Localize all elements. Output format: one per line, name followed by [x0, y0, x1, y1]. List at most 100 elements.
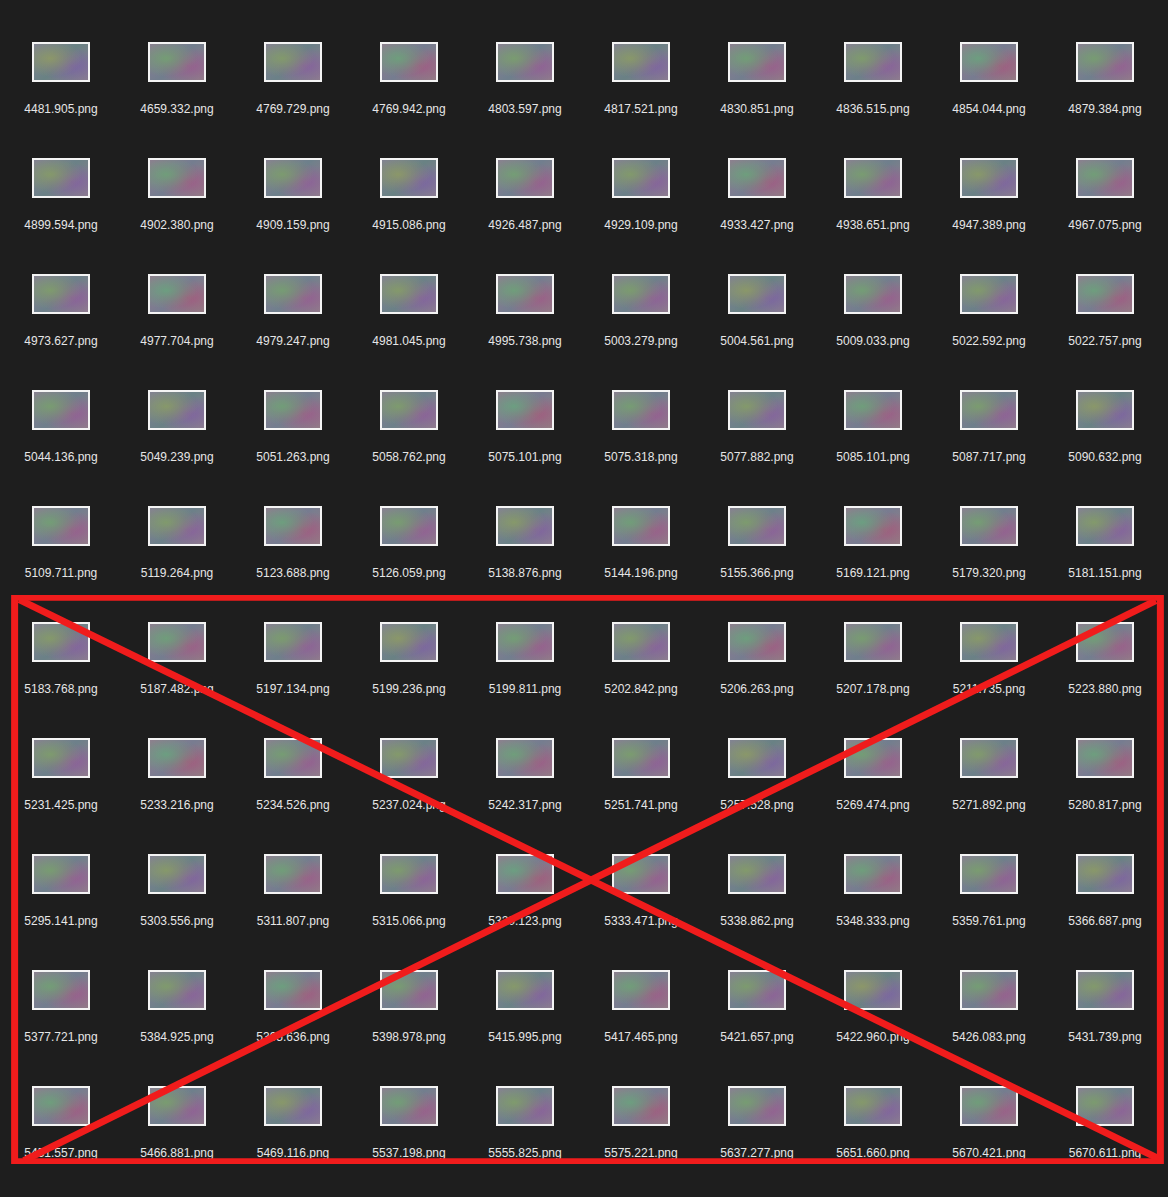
image-thumbnail-icon[interactable] [728, 506, 786, 546]
image-thumbnail-icon[interactable] [612, 1086, 670, 1126]
image-thumbnail-icon[interactable] [380, 854, 438, 894]
file-name[interactable]: 5123.688.png [256, 566, 329, 580]
file-name[interactable]: 4977.704.png [140, 334, 213, 348]
file-name[interactable]: 5009.033.png [836, 334, 909, 348]
image-thumbnail-icon[interactable] [496, 738, 554, 778]
file-name[interactable]: 5155.366.png [720, 566, 793, 580]
file-name[interactable]: 4769.729.png [256, 102, 329, 116]
file-name[interactable]: 5269.474.png [836, 798, 909, 812]
file-name[interactable]: 4973.627.png [24, 334, 97, 348]
file-name[interactable]: 5022.757.png [1068, 334, 1141, 348]
file-item[interactable]: 5384.925.png [119, 928, 235, 1044]
file-name[interactable]: 5075.101.png [488, 450, 561, 464]
image-thumbnail-icon[interactable] [728, 390, 786, 430]
file-name[interactable]: 5051.263.png [256, 450, 329, 464]
file-item[interactable]: 5348.333.png [815, 812, 931, 928]
file-name[interactable]: 5271.892.png [952, 798, 1025, 812]
file-item[interactable]: 5637.277.png [699, 1044, 815, 1160]
image-thumbnail-icon[interactable] [496, 506, 554, 546]
file-item[interactable]: 5451.557.png [3, 1044, 119, 1160]
file-name[interactable]: 5207.178.png [836, 682, 909, 696]
file-item[interactable]: 5320.123.png [467, 812, 583, 928]
file-item[interactable]: 5555.825.png [467, 1044, 583, 1160]
file-item[interactable]: 5119.264.png [119, 464, 235, 580]
image-thumbnail-icon[interactable] [960, 738, 1018, 778]
file-name[interactable]: 5431.739.png [1068, 1030, 1141, 1044]
file-name[interactable]: 4854.044.png [952, 102, 1025, 116]
file-item[interactable]: 5333.471.png [583, 812, 699, 928]
file-name[interactable]: 5338.862.png [720, 914, 793, 928]
file-item[interactable]: 5138.876.png [467, 464, 583, 580]
image-thumbnail-icon[interactable] [728, 42, 786, 82]
file-name[interactable]: 5181.151.png [1068, 566, 1141, 580]
file-name[interactable]: 4659.332.png [140, 102, 213, 116]
image-thumbnail-icon[interactable] [496, 854, 554, 894]
file-name[interactable]: 5242.317.png [488, 798, 561, 812]
image-thumbnail-icon[interactable] [32, 390, 90, 430]
image-thumbnail-icon[interactable] [148, 274, 206, 314]
image-thumbnail-icon[interactable] [380, 622, 438, 662]
file-item[interactable]: 5431.739.png [1047, 928, 1163, 1044]
image-thumbnail-icon[interactable] [960, 1086, 1018, 1126]
image-thumbnail-icon[interactable] [32, 274, 90, 314]
file-name[interactable]: 5333.471.png [604, 914, 677, 928]
file-name[interactable]: 5169.121.png [836, 566, 909, 580]
image-thumbnail-icon[interactable] [1076, 506, 1134, 546]
image-thumbnail-icon[interactable] [612, 158, 670, 198]
image-thumbnail-icon[interactable] [844, 970, 902, 1010]
image-thumbnail-icon[interactable] [32, 158, 90, 198]
file-name[interactable]: 4481.905.png [24, 102, 97, 116]
file-item[interactable]: 5087.717.png [931, 348, 1047, 464]
image-thumbnail-icon[interactable] [264, 1086, 322, 1126]
file-item[interactable]: 4769.942.png [351, 0, 467, 116]
file-name[interactable]: 5049.239.png [140, 450, 213, 464]
image-thumbnail-icon[interactable] [148, 738, 206, 778]
file-name[interactable]: 4902.380.png [140, 218, 213, 232]
image-thumbnail-icon[interactable] [32, 970, 90, 1010]
image-thumbnail-icon[interactable] [612, 970, 670, 1010]
file-item[interactable]: 5144.196.png [583, 464, 699, 580]
image-thumbnail-icon[interactable] [844, 158, 902, 198]
image-thumbnail-icon[interactable] [148, 42, 206, 82]
file-name[interactable]: 5223.880.png [1068, 682, 1141, 696]
file-name[interactable]: 5575.221.png [604, 1146, 677, 1160]
image-thumbnail-icon[interactable] [844, 390, 902, 430]
file-item[interactable]: 5234.526.png [235, 696, 351, 812]
image-thumbnail-icon[interactable] [264, 970, 322, 1010]
image-thumbnail-icon[interactable] [148, 506, 206, 546]
file-item[interactable]: 4902.380.png [119, 116, 235, 232]
file-name[interactable]: 5466.881.png [140, 1146, 213, 1160]
image-thumbnail-icon[interactable] [844, 622, 902, 662]
file-name[interactable]: 5126.059.png [372, 566, 445, 580]
file-name[interactable]: 5199.811.png [489, 682, 562, 696]
image-thumbnail-icon[interactable] [148, 390, 206, 430]
image-thumbnail-icon[interactable] [612, 506, 670, 546]
file-name[interactable]: 5426.083.png [952, 1030, 1025, 1044]
file-item[interactable]: 4659.332.png [119, 0, 235, 116]
file-item[interactable]: 4977.704.png [119, 232, 235, 348]
image-thumbnail-icon[interactable] [728, 1086, 786, 1126]
file-name[interactable]: 5077.882.png [720, 450, 793, 464]
file-name[interactable]: 4830.851.png [720, 102, 793, 116]
file-item[interactable]: 4981.045.png [351, 232, 467, 348]
file-item[interactable]: 5377.721.png [3, 928, 119, 1044]
file-item[interactable]: 5415.995.png [467, 928, 583, 1044]
file-name[interactable]: 4947.389.png [952, 218, 1025, 232]
file-name[interactable]: 5251.741.png [604, 798, 677, 812]
image-thumbnail-icon[interactable] [264, 854, 322, 894]
file-name[interactable]: 5090.632.png [1068, 450, 1141, 464]
file-name[interactable]: 5384.925.png [140, 1030, 213, 1044]
image-thumbnail-icon[interactable] [148, 1086, 206, 1126]
file-item[interactable]: 5169.121.png [815, 464, 931, 580]
file-item[interactable]: 5257.528.png [699, 696, 815, 812]
image-thumbnail-icon[interactable] [32, 42, 90, 82]
file-item[interactable]: 5085.101.png [815, 348, 931, 464]
file-item[interactable]: 5417.465.png [583, 928, 699, 1044]
file-name[interactable]: 5197.134.png [256, 682, 329, 696]
image-thumbnail-icon[interactable] [264, 738, 322, 778]
file-name[interactable]: 4926.487.png [488, 218, 561, 232]
image-thumbnail-icon[interactable] [1076, 1086, 1134, 1126]
image-thumbnail-icon[interactable] [844, 42, 902, 82]
file-name[interactable]: 4817.521.png [604, 102, 677, 116]
file-item[interactable]: 5421.657.png [699, 928, 815, 1044]
